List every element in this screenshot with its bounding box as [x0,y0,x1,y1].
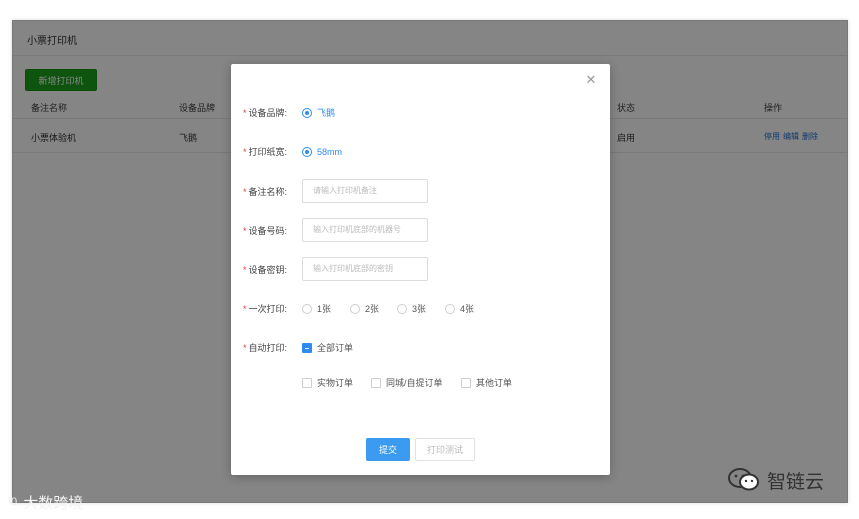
remark-label: * 备注名称: [243,187,288,197]
device-number-input[interactable]: 输入打印机底部的机器号 [302,218,428,242]
required-mark: * [243,265,247,275]
auto-print-label: * 自动打印: [243,343,288,353]
watermark-logo: \0 [8,496,18,508]
device-number-label: * 设备号码: [243,226,288,236]
other-orders-label[interactable]: 其他订单 [476,370,512,396]
remark-input[interactable]: 请输入打印机备注 [302,179,428,203]
copies-option-2[interactable]: 2张 [365,296,379,322]
copies-option-4[interactable]: 4张 [460,296,474,322]
physical-orders-checkbox[interactable] [302,378,312,388]
paper-width-radio[interactable] [302,147,312,157]
required-mark: * [243,343,247,353]
required-mark: * [243,226,247,236]
brand-option-label[interactable]: 飞鹅 [317,100,335,126]
wechat-icon [728,468,759,491]
print-test-button[interactable]: 打印测试 [415,438,475,461]
device-key-label: * 设备密钥: [243,265,288,275]
copies-option-3[interactable]: 3张 [412,296,426,322]
screen: 小票打印机 新增打印机 备注名称 设备品牌 状态 操作 小票体验机 飞鹅 启用 … [0,0,859,519]
watermark-left: \0 大数跨境 [8,490,83,514]
device-number-row: * 设备号码: 输入打印机底部的机器号 [231,218,610,244]
watermark-right-text: 智链云 [767,471,825,493]
required-mark: * [243,147,247,157]
print-copies-label: * 一次打印: [243,304,288,314]
auto-print-row: * 自动打印: 全部订单 [231,335,610,361]
remark-row: * 备注名称: 请输入打印机备注 [231,179,610,205]
brand-row: * 设备品牌: 飞鹅 [231,100,610,126]
submit-button[interactable]: 提交 [366,438,410,461]
watermark-left-text: 大数跨境 [23,494,84,512]
paper-width-option-label[interactable]: 58mm [317,139,342,165]
add-printer-dialog: ✕ * 设备品牌: 飞鹅 * 打印纸宽: 58mm * 备注名称: 请输入打印机备注 … [231,64,610,475]
all-orders-label[interactable]: 全部订单 [317,335,353,361]
required-mark: * [243,108,247,118]
paper-width-label: * 打印纸宽: [243,147,288,157]
brand-radio[interactable] [302,108,312,118]
device-key-row: * 设备密钥: 输入打印机底部的密钥 [231,257,610,283]
other-orders-checkbox[interactable] [461,378,471,388]
copies-radio-4[interactable] [445,304,455,314]
watermark-right: 智链云 [727,464,824,496]
print-copies-row: * 一次打印: 1张 2张 3张 4张 [231,296,610,322]
copies-radio-3[interactable] [397,304,407,314]
copies-radio-2[interactable] [350,304,360,314]
brand-label: * 设备品牌: [243,108,288,118]
required-mark: * [243,187,247,197]
paper-width-row: * 打印纸宽: 58mm [231,139,610,165]
copies-radio-1[interactable] [302,304,312,314]
local-pickup-orders-checkbox[interactable] [371,378,381,388]
required-mark: * [243,304,247,314]
local-pickup-orders-label[interactable]: 同城/自提订单 [386,370,443,396]
device-key-input[interactable]: 输入打印机底部的密钥 [302,257,428,281]
all-orders-checkbox[interactable] [302,343,312,353]
physical-orders-label[interactable]: 实物订单 [317,370,353,396]
close-icon[interactable]: ✕ [584,74,598,88]
order-types-row: 实物订单 同城/自提订单 其他订单 [231,370,610,396]
copies-option-1[interactable]: 1张 [317,296,331,322]
